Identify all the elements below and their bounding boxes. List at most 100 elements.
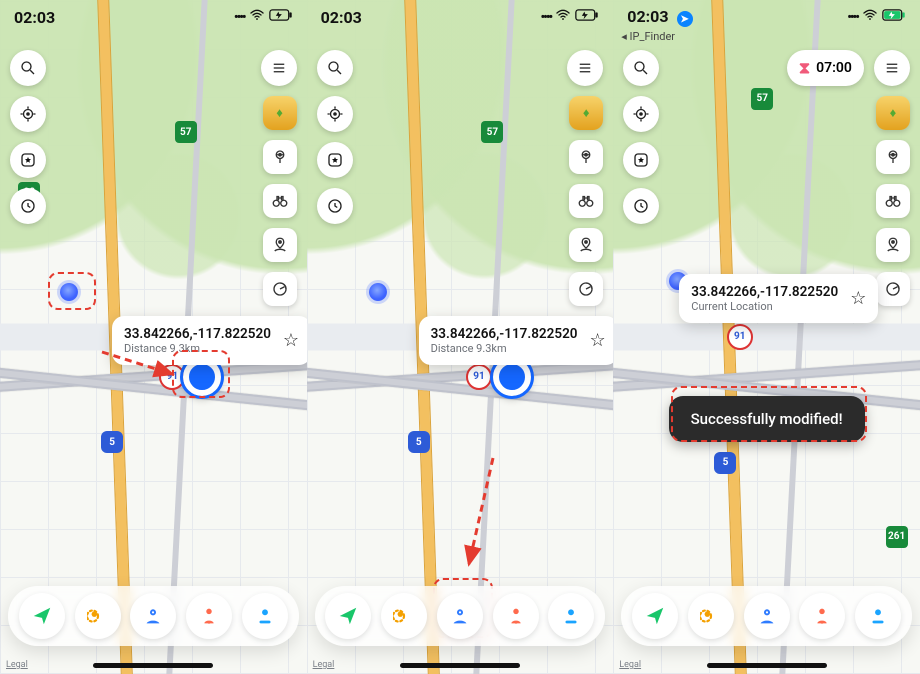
dock-jump[interactable] [855,593,901,639]
star-outline-icon[interactable]: ☆ [590,330,606,351]
shield-interstate: 5 [408,431,430,453]
shield-hwy-57: 57 [175,121,197,143]
hourglass-icon: ⧗ [799,58,810,78]
status-bar: 02:03 •••• [0,0,307,32]
dock-jump[interactable] [242,593,288,639]
dock-two-point[interactable] [130,593,176,639]
binoculars-icon[interactable] [569,184,603,218]
radar-icon[interactable] [263,272,297,306]
wifi-icon [862,7,878,27]
right-toolbar: ♦ [263,96,297,306]
dock-two-point[interactable] [744,593,790,639]
legal-link[interactable]: Legal [619,660,641,670]
route-pin-icon[interactable] [263,228,297,262]
dock-multi[interactable] [186,593,232,639]
location-distance: Distance 9.3km [124,342,271,355]
battery-charging-icon [269,9,293,25]
search-button[interactable] [10,50,46,86]
radar-icon[interactable] [876,272,910,306]
mode-dock [621,586,912,646]
location-coords: 33.842266,-117.822520 [691,284,838,300]
location-coords: 33.842266,-117.822520 [124,326,271,342]
history-button[interactable] [623,188,659,224]
dock-jump[interactable] [548,593,594,639]
history-button[interactable] [10,188,46,224]
favorites-button[interactable] [10,142,46,178]
star-outline-icon[interactable]: ☆ [283,330,299,351]
battery-charging-icon [882,9,906,25]
dock-two-point[interactable] [437,593,483,639]
route-pin-icon[interactable] [876,228,910,262]
back-to-app[interactable]: ◂ IP_Finder [621,30,675,43]
menu-button[interactable] [874,50,910,86]
shield-hwy-57: 57 [481,121,503,143]
location-card[interactable]: 33.842266,-117.822520 Distance 9.3km ☆ [112,316,307,365]
shield-hwy-261: 261 [886,526,908,548]
cooldown-timer[interactable]: ⧗ 07:00 [787,50,864,86]
location-card[interactable]: 33.842266,-117.822520 Distance 9.3km ☆ [419,316,614,365]
tutorial-triptych: 5 91 57 90 02:03 •••• ♦ [0,0,920,674]
history-button[interactable] [317,188,353,224]
toast-success: Successfully modified! [669,396,865,442]
location-coords: 33.842266,-117.822520 [431,326,578,342]
shield-interstate: 5 [714,452,736,474]
favorites-button[interactable] [317,142,353,178]
shield-hwy-91: 91 [466,364,492,390]
location-services-icon: ➤ [677,11,693,27]
home-indicator [707,663,827,668]
dock-walk[interactable] [688,593,734,639]
locate-button[interactable] [623,96,659,132]
dock-multi[interactable] [799,593,845,639]
status-time: 02:03 [627,7,668,26]
dock-teleport[interactable] [632,593,678,639]
dock-multi[interactable] [493,593,539,639]
cell-signal-icon: •••• [234,10,245,25]
pokestop-icon[interactable] [263,140,297,174]
timer-value: 07:00 [816,60,852,76]
right-toolbar: ♦ [876,96,910,306]
right-toolbar: ♦ [569,96,603,306]
game-badge-icon[interactable]: ♦ [569,96,603,130]
game-badge-icon[interactable]: ♦ [263,96,297,130]
legal-link[interactable]: Legal [313,660,335,670]
binoculars-icon[interactable] [263,184,297,218]
location-current: Current Location [691,300,838,313]
status-time: 02:03 [14,8,55,27]
location-distance: Distance 9.3km [431,342,578,355]
star-outline-icon[interactable]: ☆ [850,288,866,309]
left-toolbar [623,50,659,224]
menu-button[interactable] [261,50,297,86]
legal-link[interactable]: Legal [6,660,28,670]
cell-signal-icon: •••• [847,10,858,25]
status-bar: 02:03 •••• [307,0,614,32]
wifi-icon [249,7,265,27]
dock-teleport[interactable] [19,593,65,639]
pokestop-icon[interactable] [876,140,910,174]
user-location-dot [369,283,387,301]
home-indicator [400,663,520,668]
route-pin-icon[interactable] [569,228,603,262]
radar-icon[interactable] [569,272,603,306]
dock-teleport[interactable] [325,593,371,639]
favorites-button[interactable] [623,142,659,178]
location-card[interactable]: 33.842266,-117.822520 Current Location ☆ [679,274,878,323]
mode-dock [315,586,606,646]
status-bar: 02:03 ➤ •••• [613,0,920,32]
toast-text: Successfully modified! [691,410,843,428]
game-badge-icon[interactable]: ♦ [876,96,910,130]
dock-walk[interactable] [75,593,121,639]
phone-screen-1: 5 91 57 90 02:03 •••• ♦ [0,0,307,674]
menu-button[interactable] [567,50,603,86]
wifi-icon [555,7,571,27]
locate-button[interactable] [10,96,46,132]
status-time: 02:03 [321,8,362,27]
search-button[interactable] [317,50,353,86]
locate-button[interactable] [317,96,353,132]
binoculars-icon[interactable] [876,184,910,218]
left-toolbar [10,50,46,224]
shield-hwy-57: 57 [751,88,773,110]
search-button[interactable] [623,50,659,86]
dock-walk[interactable] [381,593,427,639]
user-location-dot [60,283,78,301]
pokestop-icon[interactable] [569,140,603,174]
